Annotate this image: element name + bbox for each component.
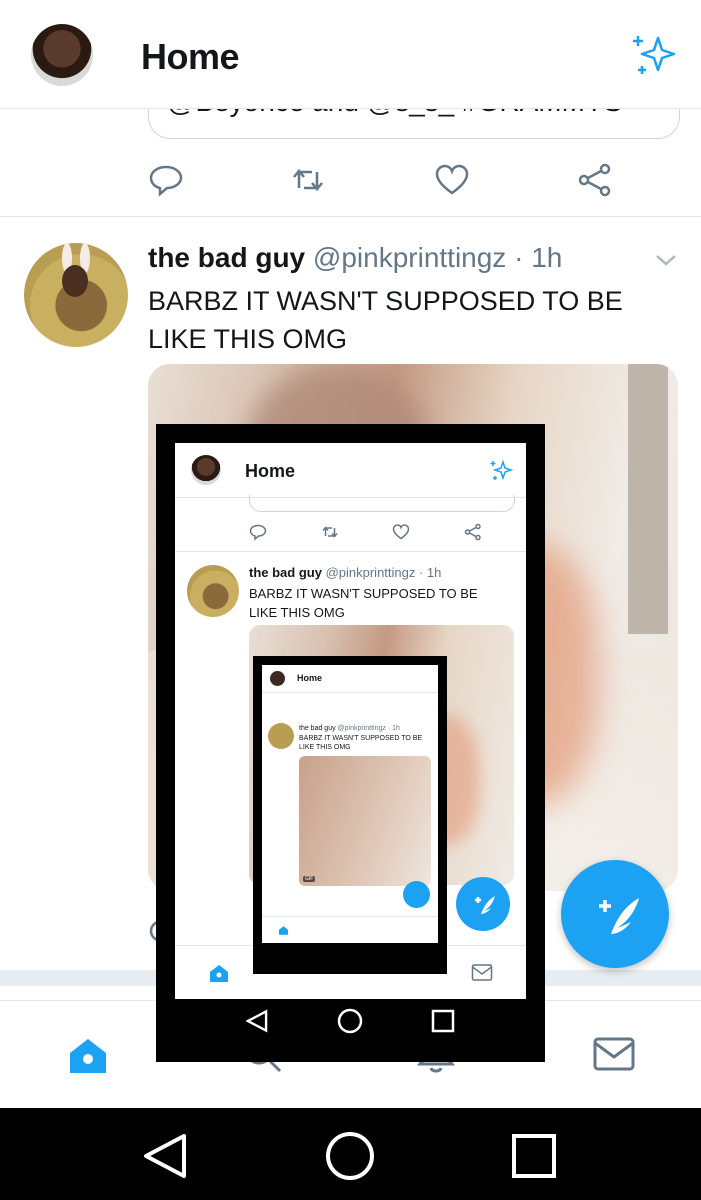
nested-screenshot-frame[interactable]: Home the bad guy @pinkprinttingz · 1h BA…: [156, 424, 545, 1062]
nested2-compose-button: [403, 881, 430, 908]
tweet-time: 1h: [531, 242, 563, 273]
nested-messages-icon: [471, 964, 493, 981]
nested-screenshot-frame-2: Home the bad guy @pinkprinttingz · 1h BA…: [253, 656, 447, 974]
nested-profile-avatar: [191, 455, 221, 485]
nested-home-circle-icon: [337, 1008, 363, 1034]
nested-page-title: Home: [245, 461, 296, 481]
nested2-tweet-header: the bad guy @pinkprinttingz · 1h: [299, 725, 400, 732]
share-icon[interactable]: [577, 162, 613, 198]
nested-like-icon: [392, 524, 410, 540]
nested-compose-icon: [475, 896, 495, 914]
user-handle[interactable]: @pinkprinttingz: [313, 242, 506, 273]
nested-recents-icon: [431, 1009, 455, 1033]
gif-badge: GIF: [303, 876, 316, 882]
page-title: Home: [141, 36, 240, 77]
nested2-name: the bad guy: [299, 725, 336, 732]
reply-icon[interactable]: [148, 162, 184, 198]
app-header: Home: [0, 0, 701, 109]
messages-icon[interactable]: [592, 1035, 636, 1073]
recents-icon[interactable]: [510, 1132, 558, 1180]
nested2-bottom-nav: [262, 916, 438, 943]
compose-feather-icon: [599, 898, 639, 934]
back-icon[interactable]: [142, 1132, 188, 1180]
user-name[interactable]: the bad guy: [148, 242, 305, 273]
tweet-divider: [0, 216, 701, 217]
nested2-user-avatar: [268, 723, 294, 749]
like-icon[interactable]: [434, 162, 470, 198]
compose-tweet-button[interactable]: [561, 860, 669, 968]
nested-reply-icon: [249, 524, 267, 541]
nested-tweet-text: BARBZ IT WASN'T SUPPOSED TO BE LIKE THIS…: [249, 586, 478, 620]
nested-back-icon: [246, 1009, 268, 1033]
sparkle-icon[interactable]: [630, 30, 678, 78]
user-avatar[interactable]: [24, 243, 128, 347]
nested2-avatar: [270, 671, 285, 686]
nested2-tweet-text: BARBZ IT WASN'T SUPPOSED TO BE LIKE THIS…: [299, 735, 423, 751]
meta-dot: ·: [514, 242, 524, 273]
nested2-title: Home: [297, 673, 323, 683]
nested-screen-2: Home the bad guy @pinkprinttingz · 1h BA…: [262, 665, 438, 943]
nested-user-avatar: [187, 565, 239, 617]
nested-header: Home: [175, 443, 526, 498]
nested-share-icon: [464, 523, 481, 541]
nested-sparkle-icon: [490, 459, 513, 481]
nested-divider: [175, 551, 526, 552]
nested2-home-icon: [279, 926, 288, 935]
nested2-tweet-media: GIF: [299, 756, 431, 886]
nested-home-icon: [210, 965, 228, 982]
nested-handle-time: @pinkprinttingz · 1h: [325, 565, 442, 580]
tweet-header: the bad guy @pinkprinttingz · 1h: [148, 242, 562, 274]
nested-compose-button: [456, 877, 510, 931]
nested2-header: Home: [262, 665, 438, 693]
tweet-text: BARBZ IT WASN'T SUPPOSED TO BE LIKE THIS…: [148, 286, 623, 354]
nested-user-name: the bad guy: [249, 565, 322, 580]
chevron-down-icon[interactable]: [654, 250, 678, 270]
home-icon[interactable]: [66, 1035, 110, 1077]
nested2-handle-time: @pinkprinttingz · 1h: [337, 725, 400, 732]
system-navigation-bar: [0, 1108, 701, 1200]
nested-quote-box: [249, 495, 515, 512]
home-circle-icon[interactable]: [324, 1130, 376, 1182]
retweet-icon[interactable]: [290, 162, 326, 198]
nested-retweet-icon: [322, 526, 338, 538]
nested-tweet-header: the bad guy @pinkprinttingz · 1h: [249, 565, 441, 580]
profile-avatar[interactable]: [31, 24, 93, 86]
